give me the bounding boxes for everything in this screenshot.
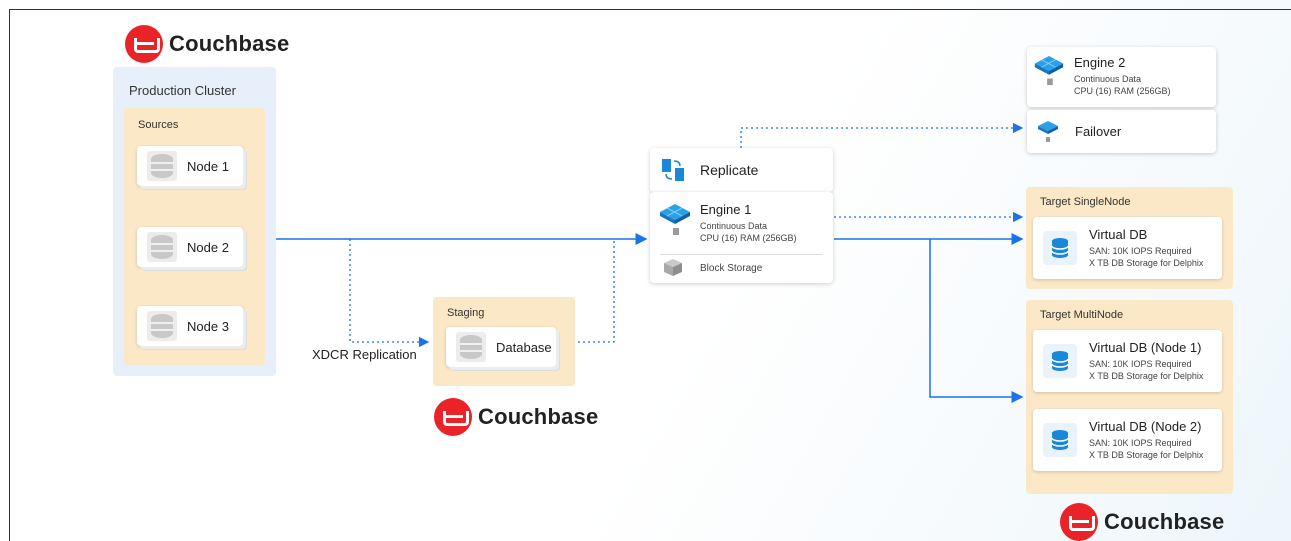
target-singlenode-title: Target SingleNode: [1040, 196, 1131, 208]
engine-cube-icon: [660, 204, 690, 235]
database-icon: [456, 332, 486, 362]
virtual-db-icon: [1043, 344, 1077, 378]
virtual-db-node-2-storage: X TB DB Storage for Delphix: [1089, 450, 1204, 460]
couchbase-logo-staging: Couchbase: [434, 398, 598, 436]
block-storage-icon: [664, 259, 682, 276]
replicate-label: Replicate: [700, 162, 759, 178]
database-icon: [147, 232, 177, 262]
node-2-label: Node 2: [187, 239, 229, 255]
engine-1-card[interactable]: Engine 1 Continuous Data CPU (16) RAM (2…: [650, 192, 833, 283]
engine-2-desc: Continuous Data: [1074, 74, 1142, 84]
virtual-db-name: Virtual DB: [1089, 227, 1148, 242]
engine-1-desc: Continuous Data: [700, 221, 768, 231]
node-2-card[interactable]: Node 2: [137, 227, 243, 267]
production-cluster-title: Production Cluster: [129, 83, 236, 98]
engine-2-card[interactable]: Engine 2 Continuous Data CPU (16) RAM (2…: [1027, 47, 1216, 107]
node-3-card[interactable]: Node 3: [137, 306, 243, 346]
replicate-card[interactable]: Replicate: [650, 148, 833, 192]
failover-label: Failover: [1075, 124, 1122, 139]
virtual-db-node-2-name: Virtual DB (Node 2): [1089, 419, 1202, 434]
virtual-db-icon: [1043, 231, 1077, 265]
couchbase-mark-icon: [1060, 503, 1098, 541]
replicate-icon: [662, 159, 684, 181]
divider: [660, 254, 823, 255]
virtual-db-node-2-card[interactable]: Virtual DB (Node 2) SAN: 10K IOPS Requir…: [1033, 409, 1222, 471]
virtual-db-card[interactable]: Virtual DB SAN: 10K IOPS Required X TB D…: [1033, 217, 1222, 279]
couchbase-mark-icon: [434, 398, 472, 436]
engine-1-spec: CPU (16) RAM (256GB): [700, 233, 797, 243]
node-1-label: Node 1: [187, 158, 229, 174]
engine-2-spec: CPU (16) RAM (256GB): [1074, 86, 1171, 96]
virtual-db-node-1-storage: X TB DB Storage for Delphix: [1089, 371, 1204, 381]
database-icon: [147, 151, 177, 181]
xdcr-replication-label: XDCR Replication: [312, 347, 417, 362]
virtual-db-node-2-san: SAN: 10K IOPS Required: [1089, 438, 1192, 448]
staging-database-card[interactable]: Database: [446, 327, 556, 367]
virtual-db-san: SAN: 10K IOPS Required: [1089, 246, 1192, 256]
staging-title: Staging: [447, 307, 485, 319]
block-storage-label: Block Storage: [700, 263, 763, 274]
staging-database-label: Database: [496, 339, 552, 355]
database-icon: [147, 311, 177, 341]
virtual-db-icon: [1043, 423, 1077, 457]
sources-title: Sources: [138, 119, 179, 131]
virtual-db-node-1-san: SAN: 10K IOPS Required: [1089, 359, 1192, 369]
couchbase-logo-bottom: Couchbase: [1060, 503, 1224, 541]
failover-card[interactable]: Failover: [1027, 110, 1216, 153]
node-1-card[interactable]: Node 1: [137, 146, 243, 186]
couchbase-mark-icon: [125, 25, 163, 63]
failover-cube-icon: [1038, 120, 1058, 142]
couchbase-wordmark: Couchbase: [169, 31, 290, 56]
couchbase-wordmark: Couchbase: [1104, 509, 1225, 534]
target-multinode-title: Target MultiNode: [1040, 309, 1124, 321]
engine-cube-icon: [1034, 55, 1064, 86]
virtual-db-storage: X TB DB Storage for Delphix: [1089, 258, 1204, 268]
couchbase-wordmark: Couchbase: [478, 404, 599, 429]
virtual-db-node-1-name: Virtual DB (Node 1): [1089, 340, 1202, 355]
virtual-db-node-1-card[interactable]: Virtual DB (Node 1) SAN: 10K IOPS Requir…: [1033, 330, 1222, 392]
couchbase-logo-top: Couchbase: [125, 25, 289, 63]
engine-2-name: Engine 2: [1074, 55, 1126, 70]
engine-1-name: Engine 1: [700, 202, 752, 217]
node-3-label: Node 3: [187, 318, 229, 334]
